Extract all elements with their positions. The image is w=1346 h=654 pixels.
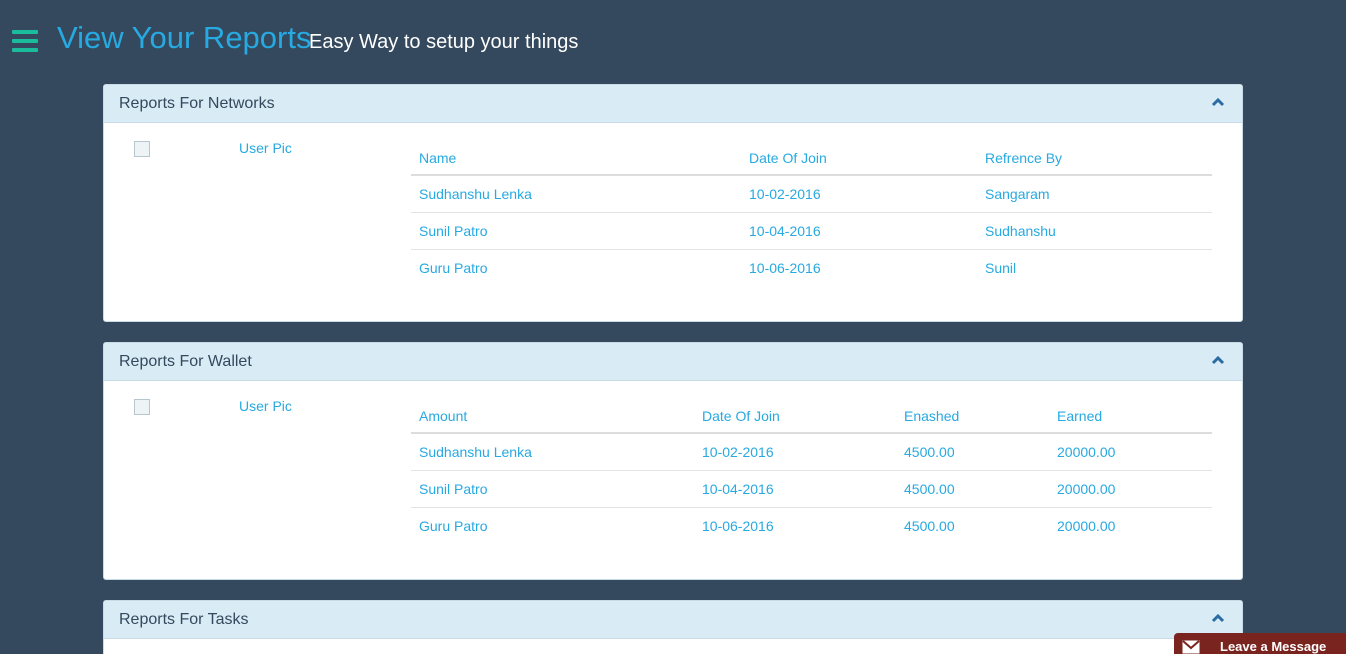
chevron-up-icon[interactable] (1211, 97, 1225, 107)
table-cell: 10-06-2016 (749, 259, 821, 276)
table-cell: Sudhanshu Lenka (411, 175, 741, 213)
table-row: Sudhanshu Lenka 10-02-2016 4500.00 20000… (411, 433, 1212, 471)
networks-panel-title: Reports For Networks (119, 95, 275, 112)
table-cell: 20000.00 (1057, 517, 1116, 534)
wallet-panel-title: Reports For Wallet (119, 353, 252, 370)
page-title: View Your Reports (57, 20, 312, 55)
table-cell: 10-04-2016 (741, 212, 977, 250)
wallet-panel-heading: Reports For Wallet (104, 343, 1242, 381)
table-row: Guru Patro 10-06-2016 Sunil (411, 249, 1212, 286)
hamburger-menu-icon[interactable] (12, 30, 38, 52)
leave-message-label: Leave a Message (1220, 639, 1327, 654)
table-cell: 4500.00 (896, 433, 1049, 471)
networks-report-panel: Reports For Networks User Pic Name Date … (103, 84, 1243, 322)
table-cell: 10-02-2016 (741, 175, 977, 213)
user-pic-label: User Pic (239, 398, 292, 414)
chevron-up-icon[interactable] (1211, 355, 1225, 365)
table-cell: Guru Patro (419, 517, 488, 534)
table-cell: Sunil (985, 259, 1017, 276)
table-row: Sunil Patro 10-04-2016 Sudhanshu (411, 212, 1212, 250)
table-cell: 20000.00 (1049, 433, 1212, 471)
column-header: Earned (1049, 399, 1212, 434)
table-row: Sudhanshu Lenka 10-02-2016 Sangaram (411, 175, 1212, 213)
tasks-panel-heading: Reports For Tasks (104, 601, 1242, 639)
user-pic-label: User Pic (239, 140, 292, 156)
tasks-report-panel: Reports For Tasks (103, 600, 1243, 654)
table-row: Sunil Patro 10-04-2016 4500.00 20000.00 (411, 470, 1212, 508)
column-header: Name (411, 141, 741, 176)
table-row: Guru Patro 10-06-2016 4500.00 20000.00 (411, 507, 1212, 544)
column-header: Refrence By (977, 141, 1212, 176)
user-pic-image (134, 399, 150, 415)
table-cell: Sunil Patro (411, 212, 741, 250)
top-bar: View Your Reports Easy Way to setup your… (0, 0, 1346, 84)
networks-panel-heading: Reports For Networks (104, 85, 1242, 123)
envelope-icon (1182, 640, 1200, 654)
table-cell: 20000.00 (1049, 470, 1212, 508)
table-header-row: Name Date Of Join Refrence By (411, 141, 1212, 176)
page-subtitle: Easy Way to setup your things (309, 31, 579, 53)
table-cell: Sunil Patro (411, 470, 694, 508)
networks-table: Name Date Of Join Refrence By Sudhanshu … (411, 141, 1212, 286)
wallet-report-panel: Reports For Wallet User Pic Amount Date … (103, 342, 1243, 580)
table-cell: Sangaram (977, 175, 1212, 213)
table-header-row: Amount Date Of Join Enashed Earned (411, 399, 1212, 434)
column-header: Date Of Join (741, 141, 977, 176)
column-header: Enashed (896, 399, 1049, 434)
table-cell: Sudhanshu Lenka (411, 433, 694, 471)
table-cell: Sudhanshu (977, 212, 1212, 250)
tasks-panel-title: Reports For Tasks (119, 611, 249, 628)
chevron-up-icon[interactable] (1211, 613, 1225, 623)
wallet-table: Amount Date Of Join Enashed Earned Sudha… (411, 399, 1212, 544)
table-cell: 10-04-2016 (694, 470, 896, 508)
leave-message-button[interactable]: Leave a Message (1174, 633, 1346, 654)
table-cell: 10-02-2016 (694, 433, 896, 471)
table-cell: 4500.00 (904, 517, 955, 534)
table-cell: 4500.00 (896, 470, 1049, 508)
column-header: Amount (411, 399, 694, 434)
table-cell: Guru Patro (419, 259, 488, 276)
user-pic-image (134, 141, 150, 157)
table-cell: 10-06-2016 (702, 517, 774, 534)
column-header: Date Of Join (694, 399, 896, 434)
